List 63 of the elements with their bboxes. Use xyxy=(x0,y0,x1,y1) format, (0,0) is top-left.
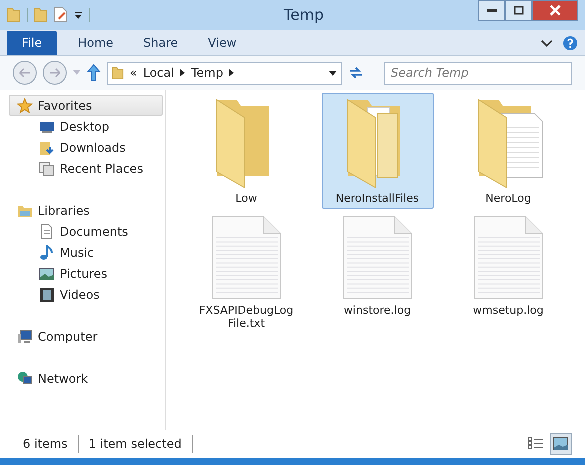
window-title: Temp xyxy=(283,6,325,24)
navigation-item[interactable]: Desktop xyxy=(9,116,163,137)
chevron-right-icon[interactable] xyxy=(229,69,234,77)
file-menu-button[interactable]: File xyxy=(7,31,58,55)
help-icon[interactable] xyxy=(563,36,578,50)
file-item[interactable]: NeroInstallFiles xyxy=(322,93,434,209)
close-icon xyxy=(550,5,560,16)
details-view-icon xyxy=(528,437,544,451)
dropdown-caret-icon[interactable] xyxy=(329,70,337,76)
maximize-icon xyxy=(514,6,524,15)
recent-places-icon xyxy=(39,160,55,176)
navigation-item[interactable]: Music xyxy=(9,242,163,263)
text-file-icon xyxy=(212,216,282,300)
downloads-icon xyxy=(39,140,55,156)
properties-button[interactable] xyxy=(54,7,68,23)
forward-arrow-icon xyxy=(49,68,61,78)
selection-count: 1 item selected xyxy=(78,435,193,453)
folder-icon xyxy=(112,66,124,80)
large-icons-view-button[interactable] xyxy=(550,433,572,455)
music-note-icon xyxy=(39,244,55,260)
file-item[interactable]: NeroLog xyxy=(452,93,564,209)
navigation-item[interactable]: Videos xyxy=(9,284,163,305)
navigation-item[interactable]: Pictures xyxy=(9,263,163,284)
document-icon xyxy=(39,224,55,240)
film-icon xyxy=(39,286,55,302)
back-arrow-icon xyxy=(19,68,31,78)
ribbon-tab[interactable]: Home xyxy=(63,31,129,55)
ribbon-tab[interactable]: Share xyxy=(128,31,194,55)
file-item[interactable]: winstore.log xyxy=(322,213,434,334)
minimize-icon xyxy=(486,8,496,12)
file-item[interactable]: Low xyxy=(190,93,302,209)
ribbon-tab[interactable]: View xyxy=(193,31,252,55)
text-file-icon xyxy=(342,216,412,300)
navigation-item[interactable]: Recent Places xyxy=(9,158,163,179)
breadcrumb-item[interactable]: Local xyxy=(143,66,174,80)
picture-icon xyxy=(39,266,55,282)
close-button[interactable] xyxy=(532,0,578,21)
maximize-button[interactable] xyxy=(505,0,532,21)
navigation-item[interactable]: Favorites xyxy=(9,95,163,116)
search-field[interactable]: Search Temp xyxy=(384,62,572,84)
item-count: 6 items xyxy=(13,435,79,453)
breadcrumb-overflow[interactable]: « xyxy=(130,66,138,80)
breadcrumb-item[interactable]: Temp xyxy=(191,66,224,80)
navigation-item[interactable]: Documents xyxy=(9,221,163,242)
address-bar[interactable]: « Local Temp xyxy=(107,62,342,84)
large-icons-view-icon xyxy=(553,437,569,451)
refresh-icon[interactable] xyxy=(348,66,364,80)
text-file-icon xyxy=(474,216,544,300)
navigation-item[interactable]: Downloads xyxy=(9,137,163,158)
file-item[interactable]: wmsetup.log xyxy=(452,213,564,334)
folder-icon xyxy=(7,7,21,23)
file-item[interactable]: FXSAPIDebugLog File.txt xyxy=(190,213,302,334)
network-icon xyxy=(17,370,33,386)
chevron-right-icon[interactable] xyxy=(180,69,186,77)
navigation-item[interactable]: Network xyxy=(9,368,163,389)
navigation-item[interactable]: Libraries xyxy=(9,200,163,221)
expand-ribbon-icon[interactable] xyxy=(541,38,553,48)
navigation-item[interactable]: Computer xyxy=(9,326,163,347)
up-arrow-icon[interactable] xyxy=(87,64,101,82)
computer-icon xyxy=(17,328,33,344)
minimize-button[interactable] xyxy=(478,0,505,21)
dropdown-caret-icon[interactable] xyxy=(74,10,83,20)
star-icon xyxy=(17,98,33,114)
